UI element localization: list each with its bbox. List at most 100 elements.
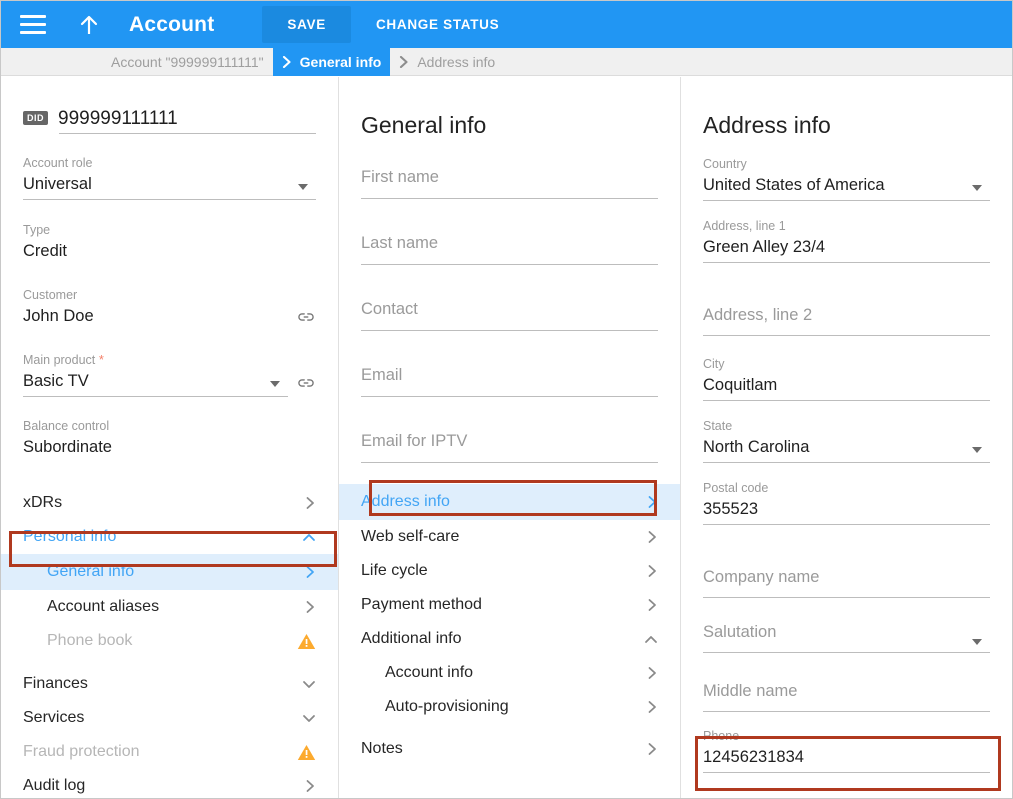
breadcrumb-item-account[interactable]: Account "999999111111" — [111, 48, 273, 76]
postal-code-field[interactable]: Postal code 355523 — [681, 481, 1012, 525]
field-placeholder: Middle name — [703, 682, 798, 700]
sidebar-item-general-info[interactable]: General info — [1, 554, 338, 590]
nav-item-address-info[interactable]: Address info — [339, 484, 680, 520]
field-value: Universal — [23, 175, 92, 193]
nav-item-additional-info[interactable]: Additional info — [339, 622, 680, 656]
sidebar-item-phone-book[interactable]: Phone book — [1, 624, 338, 658]
field-label: State — [703, 419, 733, 433]
sidebar-item-label: General info — [47, 563, 135, 580]
field-placeholder: Contact — [361, 300, 418, 318]
customer-field: Customer John Doe — [1, 288, 338, 331]
nav-item-notes[interactable]: Notes — [339, 732, 680, 766]
sidebar-item-label: Fraud protection — [23, 743, 140, 760]
field-label: Country — [703, 157, 747, 171]
email-field[interactable]: Email — [339, 363, 680, 397]
sidebar-item-label: Account aliases — [47, 598, 160, 615]
contact-field[interactable]: Contact — [339, 297, 680, 331]
change-status-button[interactable]: CHANGE STATUS — [376, 17, 499, 32]
panel-title-address-info: Address info — [703, 112, 831, 138]
sidebar-item-label: xDRs — [23, 494, 63, 511]
sidebar-item-label: Personal info — [23, 528, 117, 545]
field-value: 12456231834 — [703, 748, 804, 766]
nav-item-account-info[interactable]: Account info — [339, 656, 680, 690]
field-value: Green Alley 23/4 — [703, 238, 825, 256]
sidebar-item-account-aliases[interactable]: Account aliases — [1, 590, 338, 624]
sidebar-item-label: Finances — [23, 675, 88, 692]
sidebar-item-audit-log[interactable]: Audit log — [1, 769, 338, 798]
sidebar-item-label: Audit log — [23, 777, 86, 794]
save-button[interactable]: SAVE — [262, 6, 351, 43]
main-product-field[interactable]: Main product * Basic TV — [1, 352, 338, 397]
sidebar-item-services[interactable]: Services — [1, 701, 338, 735]
field-label: Main product * — [23, 352, 104, 367]
hamburger-icon[interactable] — [20, 15, 46, 34]
field-placeholder: Company name — [703, 568, 820, 586]
account-id-value[interactable]: 999999111111 — [58, 107, 178, 131]
field-placeholder: Salutation — [703, 623, 777, 641]
link-icon[interactable] — [296, 307, 316, 327]
sidebar-item-fraud-protection[interactable]: Fraud protection — [1, 735, 338, 769]
state-field[interactable]: State North Carolina — [681, 419, 1012, 463]
middle-name-field[interactable]: Middle name — [681, 679, 1012, 712]
chevron-right-icon — [399, 55, 410, 68]
balance-control-field: Balance control Subordinate — [1, 419, 338, 462]
field-value: John Doe — [23, 307, 94, 325]
sidebar-item-label: Services — [23, 709, 85, 726]
address-info-panel: Address info Country United States of Am… — [681, 77, 1012, 798]
field-label: Balance control — [23, 419, 110, 433]
sidebar-item-label: Phone book — [47, 632, 133, 649]
chevron-down-icon[interactable] — [972, 447, 982, 453]
account-role-field[interactable]: Account role Universal — [1, 156, 338, 200]
field-value: United States of America — [703, 176, 885, 194]
chevron-down-icon[interactable] — [270, 381, 280, 387]
nav-item-payment-method[interactable]: Payment method — [339, 588, 680, 622]
address-line-1-field[interactable]: Address, line 1 Green Alley 23/4 — [681, 219, 1012, 263]
breadcrumb-item-address-info[interactable]: Address info — [390, 48, 504, 76]
chevron-down-icon — [302, 713, 316, 724]
field-value: Subordinate — [23, 438, 112, 456]
chevron-right-icon — [647, 742, 658, 756]
page-title: Account — [129, 12, 215, 36]
chevron-right-icon — [647, 700, 658, 714]
sidebar-item-finances[interactable]: Finances — [1, 667, 338, 701]
sidebar-item-personal-info[interactable]: Personal info — [1, 520, 338, 554]
chevron-right-icon — [647, 530, 658, 544]
last-name-field[interactable]: Last name — [339, 231, 680, 265]
sidebar-item-xdrs[interactable]: xDRs — [1, 486, 338, 520]
salutation-field[interactable]: Salutation — [681, 620, 1012, 653]
city-field[interactable]: City Coquitlam — [681, 357, 1012, 401]
nav-item-label: Auto-provisioning — [385, 698, 509, 715]
chevron-up-icon — [644, 634, 658, 645]
type-field: Type Credit — [1, 223, 338, 266]
mid-nav-list: Address info Web self-care Life cycle Pa… — [339, 484, 680, 766]
chevron-right-icon — [647, 666, 658, 680]
breadcrumb-item-general-info[interactable]: General info — [272, 47, 391, 76]
field-label: Address, line 1 — [703, 219, 786, 233]
did-row: DID 999999111111 — [1, 107, 338, 131]
nav-item-label: Account info — [385, 664, 474, 681]
country-field[interactable]: Country United States of America — [681, 157, 1012, 201]
nav-item-label: Web self-care — [361, 528, 460, 545]
nav-item-auto-provisioning[interactable]: Auto-provisioning — [339, 690, 680, 724]
company-name-field[interactable]: Company name — [681, 565, 1012, 598]
first-name-field[interactable]: First name — [339, 165, 680, 199]
nav-item-life-cycle[interactable]: Life cycle — [339, 554, 680, 588]
phone-field[interactable]: Phone 12456231834 — [681, 729, 1012, 773]
field-value: North Carolina — [703, 438, 810, 456]
email-for-iptv-field[interactable]: Email for IPTV — [339, 429, 680, 463]
field-label: Type — [23, 223, 51, 237]
field-label: Postal code — [703, 481, 769, 495]
nav-item-label: Additional info — [361, 630, 462, 647]
address-line-2-field[interactable]: Address, line 2 — [681, 303, 1012, 336]
breadcrumb-label: Address info — [417, 53, 496, 70]
nav-item-web-self-care[interactable]: Web self-care — [339, 520, 680, 554]
chevron-down-icon[interactable] — [972, 639, 982, 645]
field-placeholder: Email for IPTV — [361, 432, 468, 450]
chevron-right-icon — [305, 600, 316, 614]
chevron-down-icon[interactable] — [298, 184, 308, 190]
nav-item-label: Notes — [361, 740, 403, 757]
arrow-up-icon[interactable] — [77, 13, 101, 37]
link-icon[interactable] — [296, 373, 316, 393]
chevron-down-icon[interactable] — [972, 185, 982, 191]
left-nav-list: xDRs Personal info General info Account … — [1, 486, 338, 798]
